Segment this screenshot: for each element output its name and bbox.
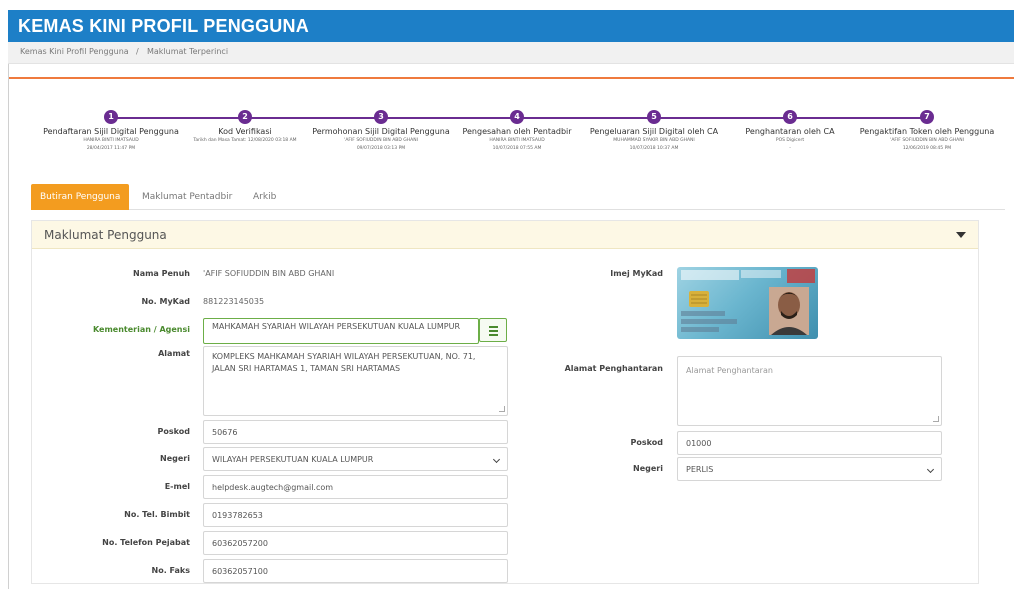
page-title: KEMAS KINI PROFIL PENGGUNA: [18, 16, 309, 36]
breadcrumb: Kemas Kini Profil Pengguna / Maklumat Te…: [8, 42, 1014, 64]
breadcrumb-separator: /: [136, 47, 139, 56]
panel-header[interactable]: Maklumat Pengguna: [32, 221, 978, 249]
tel-pejabat-input[interactable]: 60362057200: [203, 531, 508, 555]
step-actor: 'AFIF SOFIUDDIN BIN ABD GHANI: [344, 138, 418, 143]
faks-input[interactable]: 60362057100: [203, 559, 508, 583]
chevron-down-icon: [926, 465, 935, 474]
tab-maklumat-pentadbir[interactable]: Maklumat Pentadbir: [142, 184, 232, 210]
tab-arkib[interactable]: Arkib: [253, 184, 276, 210]
step-timestamp: 10/07/2018 10:37 AM: [629, 146, 679, 151]
step-title: Pengaktifan Token oleh Pengguna: [859, 127, 995, 136]
label-imej-mykad: Imej MyKad: [610, 269, 663, 278]
step-expiry: Tarikh dan Masa Tamat: 12/08/2020 03:18 …: [193, 138, 297, 143]
resize-handle-icon[interactable]: [499, 406, 505, 412]
tab-bar: Butiran Pengguna Maklumat Pentadbir Arki…: [31, 184, 1005, 210]
label-tel-pejabat: No. Telefon Pejabat: [102, 538, 190, 547]
content-border: [8, 64, 9, 589]
label-negeri: Negeri: [160, 454, 190, 463]
panel-title: Maklumat Pengguna: [44, 228, 167, 242]
mykad-card-icon: [681, 269, 815, 335]
label-negeri-2: Negeri: [633, 464, 663, 473]
label-alamat-penghantaran: Alamat Penghantaran: [564, 364, 663, 373]
step-timestamp: 09/07/2018 03:13 PM: [356, 146, 406, 151]
email-field[interactable]: helpdesk.augtech@gmail.com: [203, 475, 508, 499]
mykad-image: [677, 267, 818, 339]
step-number: 3: [374, 110, 388, 124]
kementerian-field[interactable]: MAHKAMAH SYARIAH WILAYAH PERSEKUTUAN KUA…: [203, 318, 479, 344]
step-timestamp: -: [789, 146, 791, 151]
step-number: 2: [238, 110, 252, 124]
label-tel-bimbit: No. Tel. Bimbit: [124, 510, 190, 519]
step-actor: HANIRA BINTI IMATSAUD: [83, 138, 139, 143]
step-title: Permohonan Sijil Digital Pengguna: [312, 127, 450, 136]
value-nama-penuh: 'AFIF SOFIUDDIN BIN ABD GHANI: [203, 269, 335, 278]
step-timestamp: 12/06/2019 08:45 PM: [902, 146, 952, 151]
tel-bimbit-input[interactable]: 0193782653: [203, 503, 508, 527]
header-divider: [8, 77, 1014, 79]
page-header: KEMAS KINI PROFIL PENGGUNA: [8, 10, 1014, 42]
label-kementerian: Kementerian / Agensi: [92, 325, 190, 334]
resize-handle-icon[interactable]: [933, 416, 939, 422]
label-mykad: No. MyKad: [141, 297, 190, 306]
step-timestamp: 28/04/2017 11:47 PM: [86, 146, 136, 151]
collapse-caret-icon[interactable]: [956, 232, 966, 238]
breadcrumb-item-profile[interactable]: Kemas Kini Profil Pengguna: [20, 47, 129, 56]
progress-step-7: 7 Pengaktifan Token oleh Pengguna 'AFIF …: [852, 110, 1002, 152]
progress-step-5: 5 Pengeluaran Sijil Digital oleh CA MUHA…: [579, 110, 729, 152]
breadcrumb-item-current: Maklumat Terperinci: [147, 47, 229, 56]
value-mykad: 881223145035: [203, 297, 265, 306]
step-timestamp: 10/07/2018 07:55 AM: [492, 146, 542, 151]
step-actor: POS Digicert: [775, 138, 805, 143]
progress-step-1: 1 Pendaftaran Sijil Digital Pengguna HAN…: [36, 110, 186, 152]
progress-step-4: 4 Pengesahan oleh Pentadbir HANIRA BINTI…: [442, 110, 592, 152]
alamat-penghantaran-textarea[interactable]: Alamat Penghantaran: [677, 356, 942, 426]
label-nama-penuh: Nama Penuh: [133, 269, 190, 278]
step-title: Pengeluaran Sijil Digital oleh CA: [589, 127, 719, 136]
step-number: 4: [510, 110, 524, 124]
step-title: Pendaftaran Sijil Digital Pengguna: [43, 127, 179, 136]
step-actor: HANIRA BINTI IMATSAUD: [489, 138, 545, 143]
negeri-select[interactable]: WILAYAH PERSEKUTUAN KUALA LUMPUR: [203, 447, 508, 471]
poskod-input[interactable]: 50676: [203, 420, 508, 444]
label-poskod: Poskod: [157, 427, 190, 436]
label-poskod-2: Poskod: [630, 438, 663, 447]
negeri-2-select[interactable]: PERLIS: [677, 457, 942, 481]
progress-step-3: 3 Permohonan Sijil Digital Pengguna 'AFI…: [306, 110, 456, 152]
step-title: Penghantaran oleh CA: [745, 127, 835, 136]
tab-butiran-pengguna[interactable]: Butiran Pengguna: [31, 184, 130, 210]
step-actor: MUHAMMAD SYAKIR BIN ABD GHANI: [613, 138, 695, 143]
progress-step-2: 2 Kod Verifikasi Tarikh dan Masa Tamat: …: [170, 110, 320, 144]
list-picker-button[interactable]: [479, 318, 507, 342]
step-number: 1: [104, 110, 118, 124]
negeri-selected: WILAYAH PERSEKUTUAN KUALA LUMPUR: [212, 455, 374, 464]
label-alamat: Alamat: [158, 349, 190, 358]
step-number: 7: [920, 110, 934, 124]
negeri-2-selected: PERLIS: [686, 465, 714, 474]
label-faks: No. Faks: [151, 566, 191, 575]
step-title: Pengesahan oleh Pentadbir: [462, 127, 572, 136]
poskod-2-input[interactable]: 01000: [677, 431, 942, 455]
step-title: Kod Verifikasi: [218, 127, 272, 136]
step-actor: 'AFIF SOFIUDDIN BIN ABD GHANI: [890, 138, 964, 143]
label-emel: E-mel: [164, 482, 190, 491]
chevron-down-icon: [492, 455, 501, 464]
step-number: 5: [647, 110, 661, 124]
progress-step-6: 6 Penghantaran oleh CA POS Digicert -: [715, 110, 865, 152]
step-number: 6: [783, 110, 797, 124]
alamat-textarea[interactable]: KOMPLEKS MAHKAMAH SYARIAH WILAYAH PERSEK…: [203, 346, 508, 416]
